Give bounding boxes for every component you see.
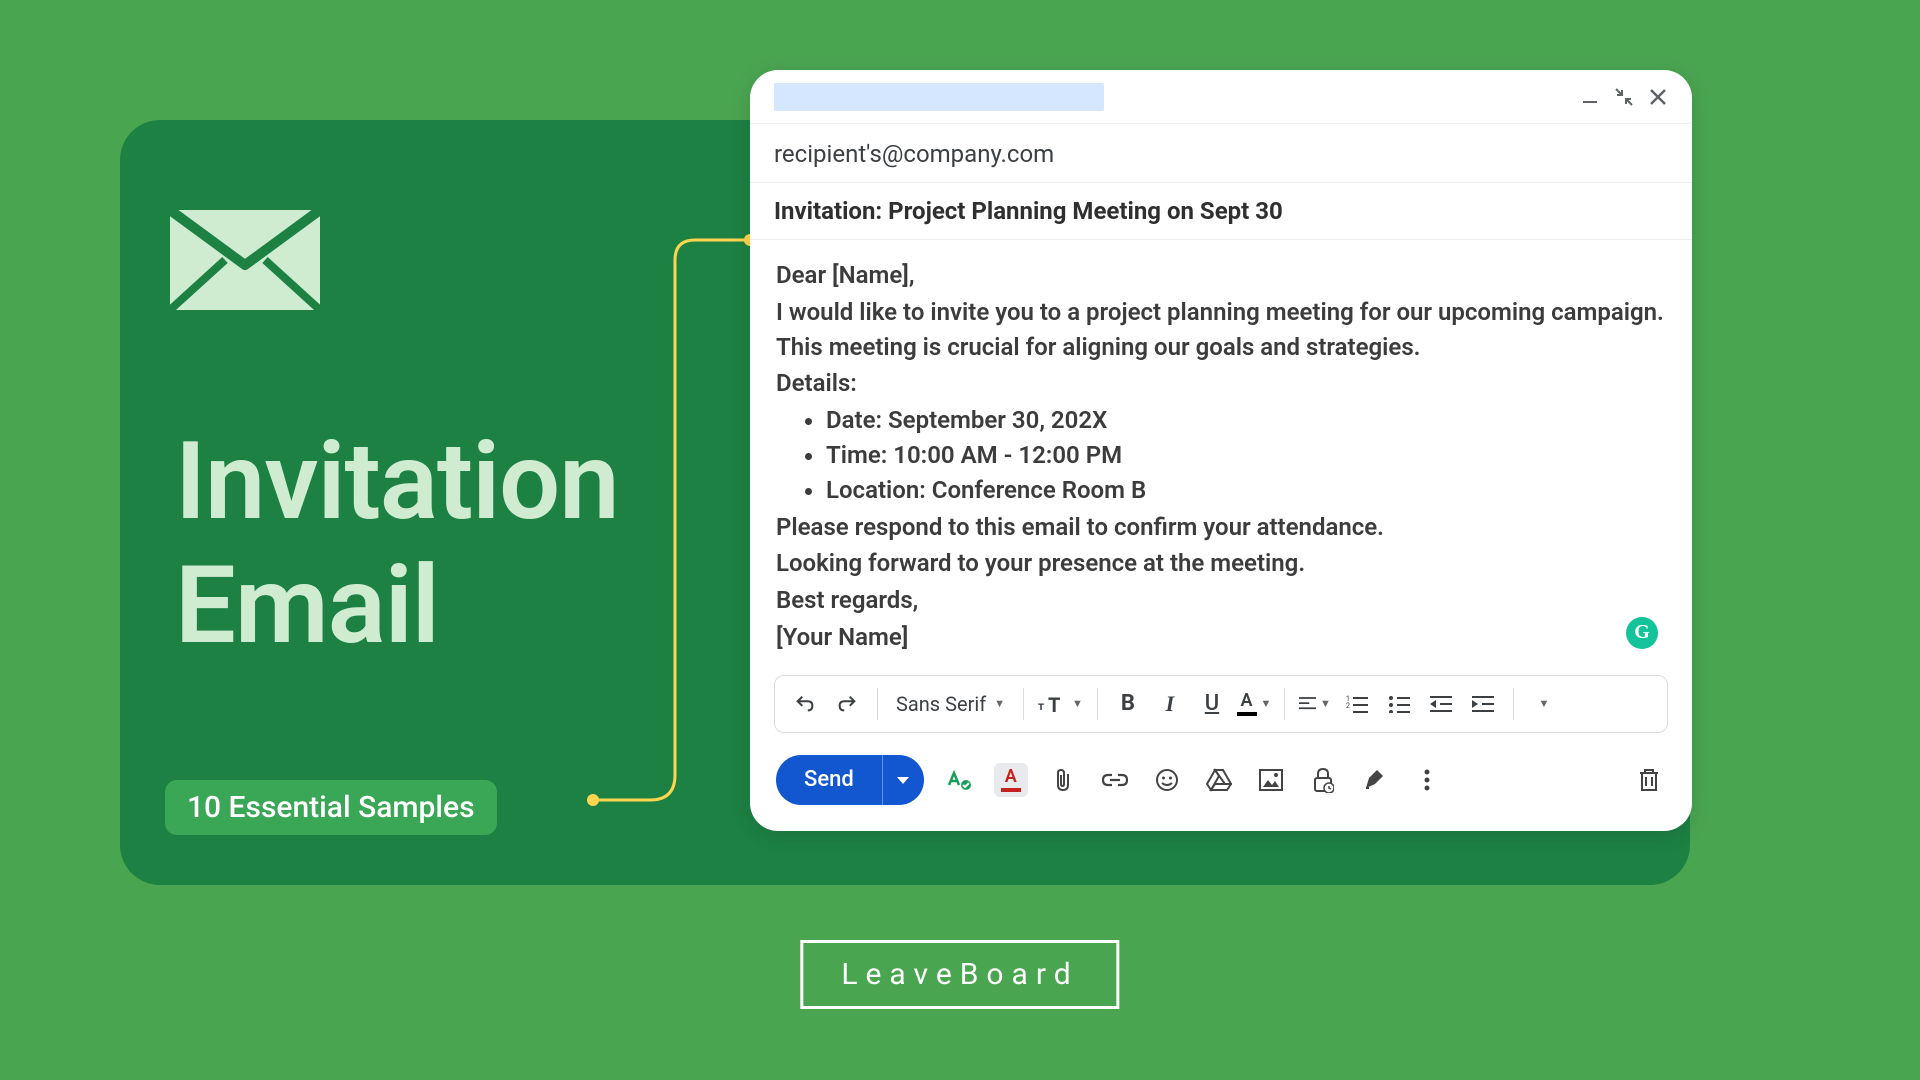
body-details-list: Date: September 30, 202X Time: 10:00 AM … [826, 403, 1666, 507]
body-signature: [Your Name] [776, 620, 1666, 655]
font-size-select[interactable]: тT ▼ [1038, 694, 1083, 714]
text-style-icon[interactable]: A [994, 763, 1028, 797]
envelope-icon [170, 210, 320, 310]
exit-fullscreen-button[interactable] [1614, 87, 1634, 107]
compose-window: recipient's@company.com Invitation: Proj… [750, 70, 1692, 831]
insert-signature-icon[interactable] [1358, 763, 1392, 797]
grammarly-icon[interactable]: G [1626, 617, 1658, 649]
bulleted-list-button[interactable] [1383, 688, 1415, 720]
samples-badge: 10 Essential Samples [165, 780, 497, 835]
brand-badge: LeaveBoard [800, 940, 1119, 1009]
send-button-label: Send [776, 755, 882, 805]
compose-actions: Send A [750, 733, 1692, 831]
bold-button[interactable]: B [1112, 688, 1144, 720]
body-confirm: Please respond to this email to confirm … [776, 510, 1666, 545]
close-button[interactable] [1648, 87, 1668, 107]
window-controls [1580, 87, 1668, 107]
align-button[interactable]: ▼ [1299, 688, 1331, 720]
more-formatting-button[interactable]: ▼ [1528, 688, 1560, 720]
confidential-mode-icon[interactable] [1306, 763, 1340, 797]
indent-increase-button[interactable] [1467, 688, 1499, 720]
insert-link-icon[interactable] [1098, 763, 1132, 797]
subject-field[interactable]: Invitation: Project Planning Meeting on … [750, 183, 1692, 240]
header-highlight [774, 83, 1104, 111]
body-greeting: Dear [Name], [776, 258, 1666, 293]
body-closing-2: Best regards, [776, 583, 1666, 618]
detail-date: Date: September 30, 202X [826, 403, 1666, 438]
attach-file-icon[interactable] [1046, 763, 1080, 797]
font-family-label: Sans Serif [896, 692, 986, 716]
detail-location: Location: Conference Room B [826, 473, 1666, 508]
page-title: Invitation Email [175, 420, 619, 668]
insert-emoji-icon[interactable] [1150, 763, 1184, 797]
spelling-check-icon[interactable] [942, 763, 976, 797]
format-toolbar: Sans Serif ▼ тT ▼ B I U A ▼ ▼ 12 [774, 675, 1668, 733]
indent-decrease-button[interactable] [1425, 688, 1457, 720]
body-details-label: Details: [776, 366, 1666, 401]
font-family-select[interactable]: Sans Serif ▼ [892, 692, 1009, 716]
text-color-button[interactable]: A ▼ [1238, 688, 1270, 720]
toolbar-divider [1513, 688, 1514, 720]
chevron-down-icon: ▼ [1261, 697, 1272, 710]
underline-button[interactable]: U [1196, 688, 1228, 720]
redo-button[interactable] [831, 688, 863, 720]
numbered-list-button[interactable]: 12 [1341, 688, 1373, 720]
italic-button[interactable]: I [1154, 688, 1186, 720]
title-line-2: Email [175, 544, 619, 668]
send-options-button[interactable] [882, 755, 924, 805]
chevron-down-icon: ▼ [994, 697, 1005, 710]
insert-drive-icon[interactable] [1202, 763, 1236, 797]
minimize-button[interactable] [1580, 87, 1600, 107]
title-line-1: Invitation [175, 420, 619, 544]
svg-text:2: 2 [1346, 702, 1350, 710]
email-body[interactable]: Dear [Name], I would like to invite you … [750, 240, 1692, 667]
toolbar-divider [1284, 688, 1285, 720]
undo-button[interactable] [789, 688, 821, 720]
toolbar-divider [1023, 688, 1024, 720]
toolbar-divider [1097, 688, 1098, 720]
compose-header [750, 70, 1692, 124]
more-options-icon[interactable] [1410, 763, 1444, 797]
detail-time: Time: 10:00 AM - 12:00 PM [826, 438, 1666, 473]
svg-text:т: т [1038, 699, 1044, 713]
toolbar-divider [877, 688, 878, 720]
insert-photo-icon[interactable] [1254, 763, 1288, 797]
body-intro: I would like to invite you to a project … [776, 295, 1666, 365]
send-button[interactable]: Send [776, 755, 924, 805]
svg-text:T: T [1048, 694, 1060, 714]
discard-draft-icon[interactable] [1632, 763, 1666, 797]
recipient-field[interactable]: recipient's@company.com [750, 124, 1692, 183]
chevron-down-icon: ▼ [1072, 697, 1083, 710]
body-closing-1: Looking forward to your presence at the … [776, 546, 1666, 581]
chevron-down-icon: ▼ [1320, 697, 1331, 710]
